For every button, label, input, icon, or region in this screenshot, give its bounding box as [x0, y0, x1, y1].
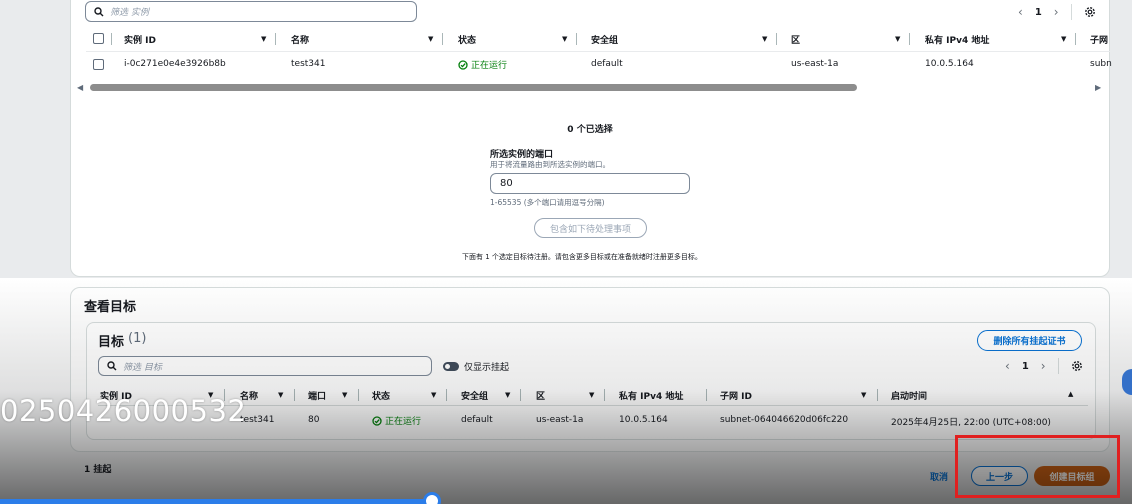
next-page-icon[interactable]: ›: [1054, 5, 1059, 19]
include-pending-button[interactable]: 包含如下待处理事项: [534, 218, 647, 238]
register-info-note: 下面有 1 个选定目标待注册。请包含更多目标或在准备就绪时注册更多目标。: [462, 253, 702, 261]
horizontal-scrollbar[interactable]: [90, 84, 857, 91]
status-badge: 正在运行: [458, 58, 507, 71]
port-hint: 1-65535 (多个端口请用逗号分隔): [490, 198, 605, 207]
sort-icon[interactable]: ▼: [762, 35, 767, 43]
divider: [1057, 358, 1059, 374]
launch-time: 2025年4月25日, 22:00 (UTC+08:00): [891, 418, 1051, 428]
col-instance-id[interactable]: 实例 ID: [124, 33, 156, 46]
status-badge: 正在运行: [372, 414, 421, 427]
scroll-right-icon[interactable]: ▶: [1095, 83, 1101, 92]
col-subnet[interactable]: 子网: [1090, 33, 1108, 46]
targets-heading: 目标 (1): [98, 331, 146, 350]
selected-count: 0 个已选择: [567, 125, 613, 135]
col-port[interactable]: 端口: [308, 389, 326, 402]
cancel-link[interactable]: 取消: [930, 470, 948, 483]
col-status[interactable]: 状态: [372, 389, 390, 402]
pending-only-toggle[interactable]: 仅显示挂起: [443, 360, 509, 373]
review-title: 查看目标: [84, 300, 137, 315]
next-page-icon[interactable]: ›: [1041, 359, 1046, 373]
search-icon: [94, 6, 104, 16]
video-progress-bar[interactable]: [0, 499, 432, 504]
col-zone[interactable]: 区: [791, 33, 800, 46]
instance-name: test341: [291, 59, 326, 69]
col-private-ip[interactable]: 私有 IPv4 地址: [925, 33, 989, 46]
private-ip: 10.0.5.164: [619, 415, 668, 425]
targets-table-header: 实例 ID ▼ 名称 ▼ 端口 ▼ 状态 ▼ 安全组 ▼ 区 ▼ 私有 IPv4…: [98, 386, 1088, 404]
sort-icon[interactable]: ▼: [562, 35, 567, 43]
security-group: default: [591, 59, 623, 69]
col-launch-time[interactable]: 启动时间: [891, 389, 927, 402]
targets-pagination: ‹ 1 ›: [1005, 358, 1083, 374]
zone: us-east-1a: [791, 59, 839, 69]
video-timestamp-watermark: 0250426000532: [0, 394, 247, 428]
table-row[interactable]: i-0c271e0e4e3926b8b test341 正在运行 default…: [86, 54, 1112, 76]
targets-count: (1): [128, 331, 147, 346]
pending-count: 1 挂起: [84, 465, 112, 475]
instance-search-placeholder: 筛选 实例: [110, 8, 149, 18]
sort-asc-icon[interactable]: ▲: [1068, 390, 1073, 398]
col-status[interactable]: 状态: [458, 33, 476, 46]
sort-icon[interactable]: ▼: [261, 35, 266, 43]
divider: [1070, 4, 1072, 20]
prev-page-icon[interactable]: ‹: [1005, 359, 1010, 373]
sort-icon[interactable]: ▼: [505, 391, 510, 399]
row-checkbox[interactable]: [93, 59, 104, 70]
instance-id: i-0c271e0e4e3926b8b: [124, 59, 226, 69]
status-text: 正在运行: [471, 61, 508, 71]
port-input-value: 80: [500, 178, 513, 189]
sort-icon[interactable]: ▼: [431, 391, 436, 399]
col-security-group[interactable]: 安全组: [591, 33, 618, 46]
targets-label: 目标: [98, 335, 125, 350]
target-search-placeholder: 筛选 目标: [123, 362, 162, 373]
target-port: 80: [308, 415, 320, 425]
security-group: default: [461, 415, 493, 425]
table-row[interactable]: test341 80 正在运行 default us-east-1a 10.0.…: [98, 410, 1088, 432]
instance-search-input[interactable]: 筛选 实例: [85, 1, 417, 22]
sort-icon[interactable]: ▼: [589, 391, 594, 399]
page-number[interactable]: 1: [1022, 361, 1029, 372]
highlight-box: [955, 435, 1120, 498]
sort-icon[interactable]: ▼: [278, 391, 283, 399]
zone: us-east-1a: [536, 415, 584, 425]
status-text: 正在运行: [385, 417, 422, 427]
port-input[interactable]: 80: [490, 173, 690, 194]
col-name[interactable]: 名称: [291, 33, 309, 46]
settings-gear-icon[interactable]: [1071, 360, 1083, 372]
private-ip: 10.0.5.164: [925, 59, 974, 69]
instance-pagination: ‹ 1 ›: [1018, 4, 1096, 20]
instances-table-header: 实例 ID ▼ 名称 ▼ 状态 ▼ 安全组 ▼ 区 ▼ 私有 IPv4 地址 ▼…: [86, 28, 1110, 50]
remove-all-pending-button[interactable]: 删除所有挂起证书: [977, 330, 1082, 351]
col-subnet-id[interactable]: 子网 ID: [720, 389, 752, 402]
col-security-group[interactable]: 安全组: [461, 389, 488, 402]
check-circle-icon: [372, 415, 382, 426]
subnet-id: subnet-064046620d06fc220: [720, 415, 849, 425]
sort-icon[interactable]: ▼: [428, 35, 433, 43]
subnet: subn: [1090, 59, 1112, 69]
sort-icon[interactable]: ▼: [1061, 35, 1066, 43]
settings-gear-icon[interactable]: [1084, 6, 1096, 18]
col-private-ip[interactable]: 私有 IPv4 地址: [619, 389, 683, 402]
side-handle[interactable]: [1122, 369, 1132, 395]
toggle-label: 仅显示挂起: [464, 363, 510, 373]
port-description: 用于将流量路由到所选实例的端口。: [490, 160, 610, 169]
toggle-switch[interactable]: [443, 362, 459, 371]
check-circle-icon: [458, 59, 468, 70]
video-progress-knob[interactable]: [423, 492, 441, 504]
page-number[interactable]: 1: [1035, 7, 1042, 18]
search-icon: [107, 361, 117, 371]
sort-icon[interactable]: ▼: [861, 391, 866, 399]
target-search-input[interactable]: 筛选 目标: [98, 356, 432, 376]
col-zone[interactable]: 区: [536, 389, 545, 402]
sort-icon[interactable]: ▼: [342, 391, 347, 399]
select-all-checkbox[interactable]: [93, 33, 104, 44]
scroll-left-icon[interactable]: ◀: [77, 83, 83, 92]
prev-page-icon[interactable]: ‹: [1018, 5, 1023, 19]
sort-icon[interactable]: ▼: [895, 35, 900, 43]
